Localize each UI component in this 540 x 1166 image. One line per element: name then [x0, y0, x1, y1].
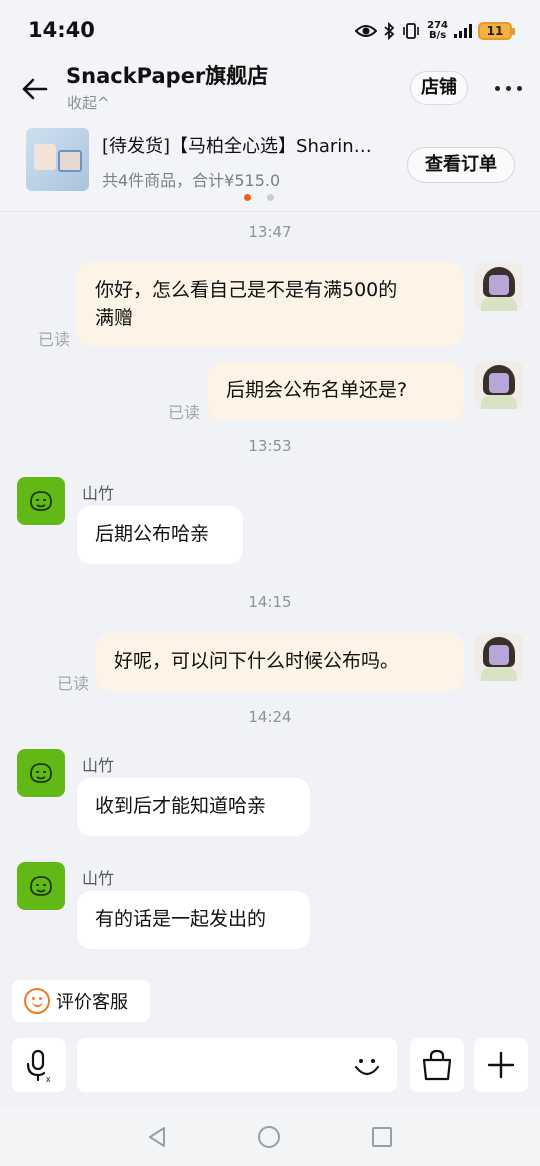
status-time: 14:40 — [28, 18, 95, 42]
outgoing-message[interactable]: 你好，怎么看自己是不是有满500的 满赠 — [77, 262, 464, 346]
collapse-toggle[interactable]: 收起^ — [67, 92, 110, 113]
shopping-bag-icon — [422, 1049, 452, 1081]
read-receipt: 已读 — [57, 674, 90, 693]
message-text: 收到后才能知道哈亲 — [95, 795, 267, 817]
message-text-line: 你好，怎么看自己是不是有满500的 — [95, 279, 398, 301]
chat-header: SnackPaper旗舰店 收起^ 店铺 — [0, 58, 540, 120]
more-actions-button[interactable] — [474, 1038, 528, 1092]
voice-input-button[interactable]: x — [12, 1038, 66, 1092]
message-text: 好呢，可以问下什么时候公布吗。 — [114, 650, 400, 672]
order-summary: 共4件商品，合计¥515.0 — [102, 171, 281, 190]
system-nav-bar — [0, 1108, 540, 1166]
user-avatar[interactable] — [475, 263, 523, 311]
microphone-icon: x — [26, 1049, 51, 1084]
message-text: 后期会公布名单还是? — [226, 379, 408, 401]
status-bar: 14:40 274 B/s 11 — [0, 0, 540, 58]
agent-avatar[interactable] — [17, 477, 65, 525]
shopping-bag-button[interactable] — [410, 1038, 464, 1092]
nav-home-icon[interactable] — [258, 1126, 280, 1148]
pager-dot — [267, 194, 274, 201]
message-input[interactable] — [77, 1038, 397, 1092]
bluetooth-icon — [384, 22, 395, 40]
pager-dots — [244, 194, 274, 201]
shop-button[interactable]: 店铺 — [410, 71, 468, 105]
agent-name: 山竹 — [82, 484, 115, 503]
incoming-message[interactable]: 收到后才能知道哈亲 — [77, 778, 310, 836]
shop-name: SnackPaper旗舰店 — [66, 64, 269, 88]
rate-service-button[interactable]: 评价客服 — [12, 980, 150, 1022]
order-title: [待发货]【马柏全心选】Sharin… — [102, 136, 372, 157]
outgoing-message[interactable]: 好呢，可以问下什么时候公布吗。 — [96, 633, 464, 691]
back-arrow-icon[interactable] — [18, 72, 52, 106]
status-icons: 274 B/s 11 — [355, 18, 515, 44]
network-speed-unit: B/s — [428, 30, 447, 41]
user-avatar[interactable] — [475, 633, 523, 681]
agent-avatar[interactable] — [17, 862, 65, 910]
timestamp: 14:15 — [248, 593, 292, 611]
vibrate-icon — [403, 23, 419, 39]
plus-icon — [487, 1051, 515, 1079]
view-order-button[interactable]: 查看订单 — [407, 147, 515, 183]
user-avatar[interactable] — [475, 361, 523, 409]
emoji-icon[interactable] — [350, 1049, 384, 1083]
chat-message-list[interactable]: 13:47 你好，怎么看自己是不是有满500的 满赠 已读 后期会公布名单还是?… — [0, 213, 540, 983]
agent-name: 山竹 — [82, 756, 115, 775]
mascot-icon — [30, 876, 52, 896]
order-card[interactable]: [待发货]【马柏全心选】Sharin… 共4件商品，合计¥515.0 查看订单 — [0, 120, 540, 212]
incoming-message[interactable]: 有的话是一起发出的 — [77, 891, 310, 949]
read-receipt: 已读 — [38, 330, 71, 349]
timestamp: 13:53 — [248, 437, 292, 455]
timestamp: 14:24 — [248, 708, 292, 726]
outgoing-message[interactable]: 后期会公布名单还是? — [208, 362, 464, 420]
read-receipt: 已读 — [168, 403, 201, 422]
signal-icon — [454, 24, 472, 38]
message-text: 后期公布哈亲 — [95, 523, 210, 545]
nav-recents-icon[interactable] — [372, 1127, 392, 1147]
agent-name: 山竹 — [82, 869, 115, 888]
network-speed: 274 B/s — [427, 21, 448, 41]
agent-avatar[interactable] — [17, 749, 65, 797]
battery-icon: 11 — [478, 22, 515, 40]
svg-text:x: x — [46, 1074, 51, 1084]
rate-service-label: 评价客服 — [56, 992, 128, 1013]
input-bar: x — [0, 1030, 540, 1108]
mascot-icon — [30, 491, 52, 511]
product-thumbnail[interactable] — [26, 128, 89, 191]
pager-dot-active — [244, 194, 251, 201]
more-dots-icon[interactable] — [490, 82, 526, 94]
message-text-line: 满赠 — [95, 307, 134, 329]
nav-back-icon[interactable] — [146, 1126, 168, 1148]
mascot-icon — [30, 763, 52, 783]
timestamp: 13:47 — [248, 223, 292, 241]
message-text: 有的话是一起发出的 — [95, 908, 267, 930]
incoming-message[interactable]: 后期公布哈亲 — [77, 506, 243, 564]
smile-icon — [24, 988, 50, 1014]
eye-icon — [355, 25, 378, 37]
